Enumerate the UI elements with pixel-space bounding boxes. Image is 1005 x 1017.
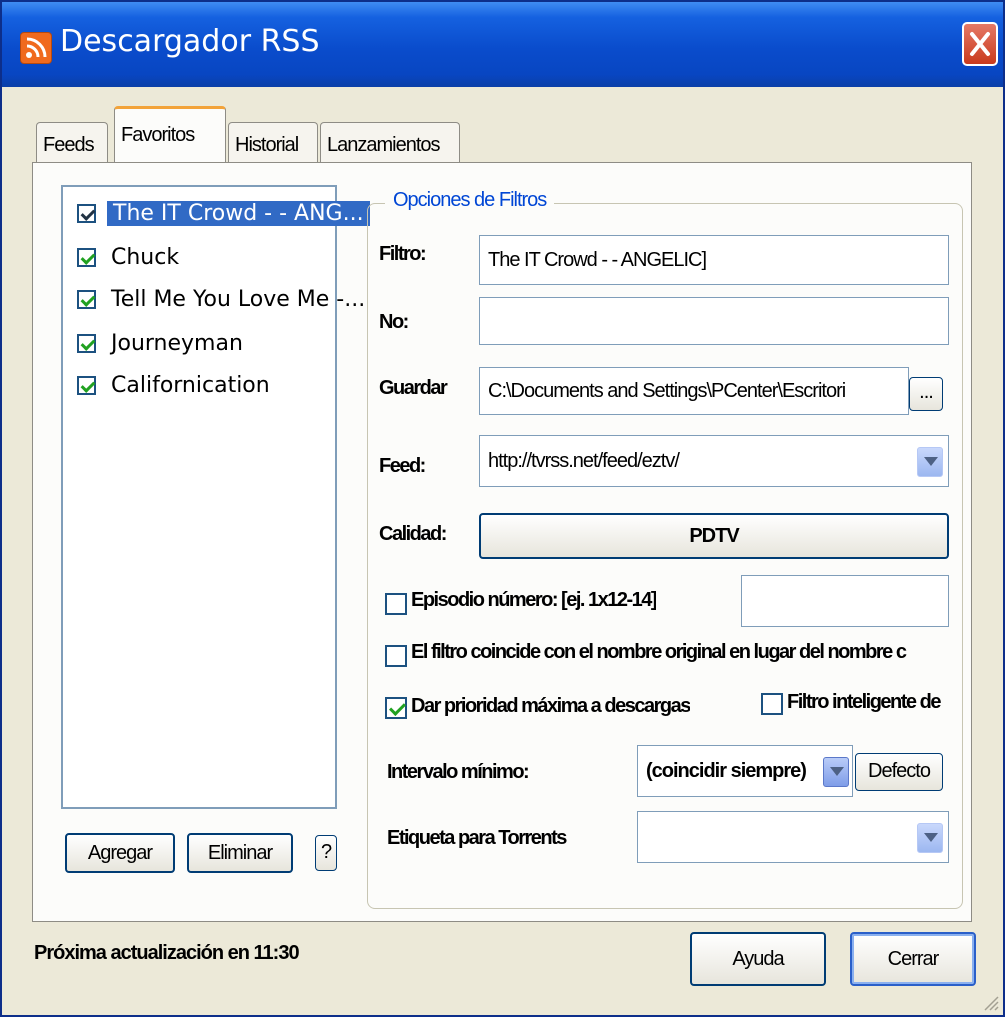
tab-historial[interactable]: Historial <box>228 122 318 166</box>
torrent-tag-select[interactable] <box>637 811 949 863</box>
item-checkbox[interactable] <box>77 376 96 395</box>
filter-input[interactable]: The IT Crowd - - ANGELIC] <box>479 235 949 285</box>
quality-label: Calidad: <box>379 523 447 545</box>
feed-value: http://tvrss.net/feed/eztv/ <box>488 450 680 472</box>
title-bar[interactable]: Descargador RSS <box>2 2 1003 87</box>
priority-label: Dar prioridad máxima a descargas <box>411 695 690 717</box>
favorites-list[interactable]: The IT Crowd - - ANG... Chuck Tell Me Yo… <box>61 185 370 809</box>
tab-label: Lanzamientos <box>327 134 441 156</box>
help-question-button[interactable]: ? <box>315 835 337 871</box>
torrent-tag-label: Etiqueta para Torrents <box>387 827 567 849</box>
item-label: The IT Crowd - - ANG... <box>107 201 370 226</box>
item-checkbox[interactable] <box>77 334 96 353</box>
tab-feeds[interactable]: Feeds <box>36 122 108 166</box>
item-label: Journeyman <box>111 331 243 356</box>
favorites-panel: The IT Crowd - - ANG... Chuck Tell Me Yo… <box>32 162 972 922</box>
save-path-input[interactable]: C:\Documents and Settings\PCenter\Escrit… <box>479 367 909 415</box>
feed-label: Feed: <box>379 455 426 477</box>
chevron-down-icon[interactable] <box>823 757 849 787</box>
filter-options-title: Opciones de Filtros <box>385 189 555 212</box>
close-icon <box>970 32 990 56</box>
chevron-down-icon[interactable] <box>917 447 943 477</box>
tab-favoritos[interactable]: Favoritos <box>114 106 226 164</box>
episode-checkbox[interactable] <box>385 593 407 615</box>
browse-button[interactable]: ... <box>909 377 943 411</box>
status-next-update: Próxima actualización en 11:30 <box>34 942 300 964</box>
window-title: Descargador RSS <box>60 24 320 59</box>
feed-select[interactable]: http://tvrss.net/feed/eztv/ <box>479 435 949 487</box>
tab-label: Feeds <box>43 134 95 156</box>
close-button[interactable]: Cerrar <box>850 932 976 986</box>
chevron-down-icon[interactable] <box>917 823 943 853</box>
resize-grip-icon[interactable] <box>981 993 999 1011</box>
close-window-button[interactable] <box>962 22 998 66</box>
smart-filter-label: Filtro inteligente de <box>787 691 941 713</box>
default-button[interactable]: Defecto <box>855 753 943 791</box>
interval-select[interactable]: (coincidir siempre) <box>637 745 853 797</box>
item-label: Californication <box>111 373 270 398</box>
priority-checkbox[interactable] <box>385 697 407 719</box>
smart-filter-checkbox[interactable] <box>761 693 783 715</box>
filter-label: Filtro: <box>379 243 427 265</box>
tab-label: Favoritos <box>121 124 195 146</box>
item-label: Chuck <box>111 245 180 270</box>
save-label: Guardar <box>379 377 448 399</box>
rss-icon <box>20 32 52 64</box>
rss-downloader-window: Descargador RSS Feeds Favoritos Historia… <box>0 0 1005 1017</box>
add-button[interactable]: Agregar <box>65 833 175 873</box>
item-checkbox[interactable] <box>77 204 96 223</box>
interval-label: Intervalo mínimo: <box>387 761 530 783</box>
interval-value: (coincidir siempre) <box>646 760 807 782</box>
episode-input[interactable] <box>741 575 949 627</box>
help-button[interactable]: Ayuda <box>690 932 826 986</box>
item-checkbox[interactable] <box>77 248 96 267</box>
episode-label: Episodio número: [ej. 1x12-14] <box>411 589 657 611</box>
no-label: No: <box>379 311 409 333</box>
exclude-input[interactable] <box>479 297 949 345</box>
tab-label: Historial <box>235 134 299 156</box>
item-label: Tell Me You Love Me -... <box>111 287 366 312</box>
item-checkbox[interactable] <box>77 290 96 309</box>
original-name-label: El filtro coincide con el nombre origina… <box>411 641 907 663</box>
quality-button[interactable]: PDTV <box>479 513 949 559</box>
remove-button[interactable]: Eliminar <box>187 833 293 873</box>
original-name-checkbox[interactable] <box>385 645 407 667</box>
tab-lanzamientos[interactable]: Lanzamientos <box>320 122 460 166</box>
